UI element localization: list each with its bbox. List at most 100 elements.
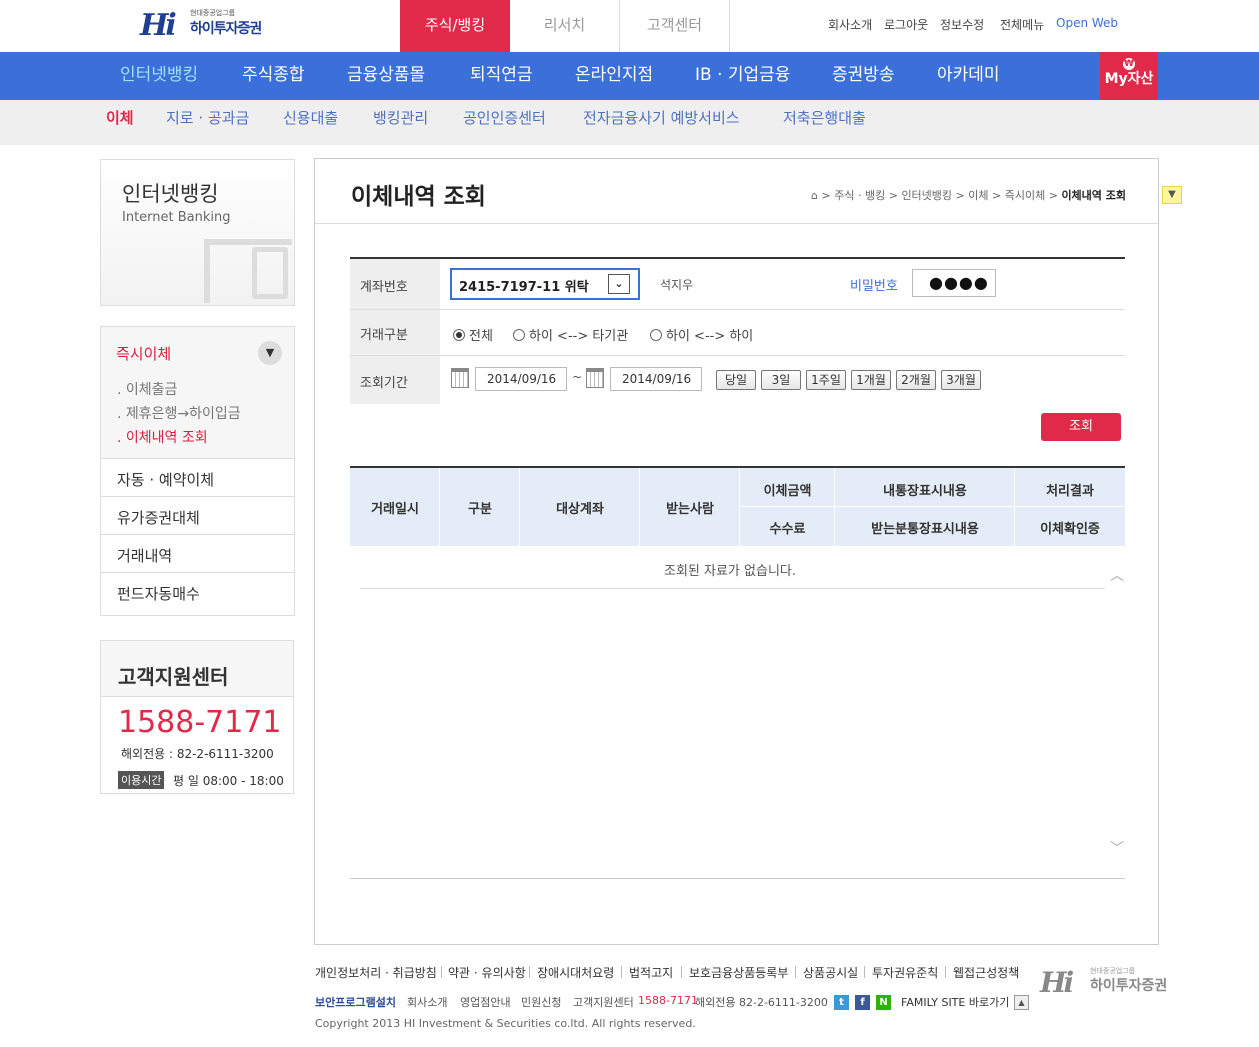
account-value: 2415-7197-11 위탁 <box>459 280 589 295</box>
footer-link-privacy[interactable]: 개인정보처리 · 취급방침 <box>315 964 437 981</box>
sidebar-subtitle: Internet Banking <box>122 210 231 225</box>
sidebar-item-label: 즉시이체 <box>116 345 172 363</box>
nav-broadcast[interactable]: 증권방송 <box>832 52 895 100</box>
family-site-label: FAMILY SITE 바로가기 <box>901 996 1010 1009</box>
period-1week-button[interactable]: 1주일 <box>806 370 846 390</box>
scroll-up-icon[interactable]: ︿ <box>1110 565 1124 585</box>
chevron-down-icon[interactable]: ▼ <box>258 341 282 365</box>
period-3month-button[interactable]: 3개월 <box>941 370 981 390</box>
divider <box>681 966 682 978</box>
nav-internet-banking[interactable]: 인터넷뱅킹 <box>120 52 198 100</box>
radio-icon[interactable] <box>513 329 525 341</box>
subnav-banking-mgmt[interactable]: 뱅킹관리 <box>373 100 428 145</box>
radio-checked-icon[interactable] <box>453 329 465 341</box>
footer-branches[interactable]: 영업점안내 <box>460 994 511 1010</box>
scroll-down-icon[interactable]: ﹀ <box>1110 838 1124 858</box>
footer-security-install[interactable]: 보안프로그램설치 <box>315 994 396 1010</box>
nav-stock[interactable]: 주식종합 <box>242 52 305 100</box>
breadcrumb-item[interactable]: 주식 · 뱅킹 <box>834 189 885 202</box>
sidebar-item-transactions[interactable]: 거래내역 <box>101 535 294 573</box>
footer-link-incident[interactable]: 장애시대처요령 <box>537 964 614 981</box>
subnav-fraud-prevention[interactable]: 전자금융사기 예방서비스 <box>583 100 740 145</box>
subnav-cert-center[interactable]: 공인인증센터 <box>463 100 546 145</box>
divider <box>315 223 1158 224</box>
date-to-input[interactable]: 2014/09/16 <box>610 367 702 391</box>
period-3day-button[interactable]: 3일 <box>761 370 801 390</box>
util-all-menu[interactable]: 전체메뉴 <box>1000 16 1044 33</box>
nav-pension[interactable]: 퇴직연금 <box>470 52 533 100</box>
tab-research[interactable]: 리서치 <box>510 0 620 52</box>
twitter-icon[interactable]: t <box>834 995 849 1010</box>
logo-company-name: 하이투자증권 <box>190 21 262 37</box>
chevron-down-icon[interactable]: ⌄ <box>608 274 630 294</box>
company-logo[interactable]: Hi 현대중공업그룹 하이투자증권 <box>140 8 280 48</box>
radio-all[interactable]: 전체 <box>453 325 493 344</box>
my-asset-label: My자산 <box>1104 71 1154 87</box>
breadcrumb-item[interactable]: 즉시이체 <box>1005 189 1045 202</box>
footer-link-accessibility[interactable]: 웹접근성정책 <box>953 964 1019 981</box>
search-form: 계좌번호 2415-7197-11 위탁 ⌄ 석지우 비밀번호 ●●●● 거래구… <box>350 257 1125 404</box>
calendar-icon[interactable] <box>451 368 469 388</box>
footer-link-protected-products[interactable]: 보호금융상품등록부 <box>689 964 788 981</box>
date-separator: ~ <box>572 370 583 384</box>
my-asset-button[interactable]: ₩ My자산 <box>1100 52 1158 100</box>
tab-customer-center[interactable]: 고객센터 <box>620 0 730 52</box>
period-today-button[interactable]: 당일 <box>716 370 756 390</box>
nav-ib-corporate[interactable]: IB · 기업금융 <box>695 52 790 100</box>
sidebar-sub-withdrawal[interactable]: . 이체출금 <box>117 379 177 399</box>
footer-link-legal[interactable]: 법적고지 <box>629 964 673 981</box>
period-row: 조회기간 2014/09/16 ~ 2014/09/16 당일 3일 1주일 1… <box>350 356 1125 404</box>
util-logout[interactable]: 로그아웃 <box>884 16 928 33</box>
period-2month-button[interactable]: 2개월 <box>896 370 936 390</box>
empty-message: 조회된 자료가 없습니다. <box>664 564 796 579</box>
account-select[interactable]: 2415-7197-11 위탁 ⌄ <box>450 268 640 300</box>
sidebar-sub-partner-deposit[interactable]: . 제휴은행→하이입금 <box>117 403 241 423</box>
calendar-icon[interactable] <box>586 368 604 388</box>
search-button[interactable]: 조회 <box>1041 413 1121 441</box>
subnav-giro[interactable]: 지로 · 공과금 <box>166 100 249 145</box>
logo-mark: Hi <box>140 8 177 43</box>
subnav-credit-loan[interactable]: 신용대출 <box>283 100 338 145</box>
home-icon[interactable]: ⌂ <box>811 189 818 202</box>
nav-academy[interactable]: 아카데미 <box>937 52 1000 100</box>
radio-hi-hi[interactable]: 하이 <--> 하이 <box>650 325 753 344</box>
family-site-toggle[interactable]: ▲ <box>1014 995 1029 1010</box>
sidebar-item-label: 유가증권대체 <box>117 509 200 527</box>
footer-link-solicitation[interactable]: 투자권유준칙 <box>872 964 938 981</box>
date-from-input[interactable]: 2014/09/16 <box>475 367 567 391</box>
util-edit-info[interactable]: 정보수정 <box>940 16 984 33</box>
sidebar-item-scheduled-transfer[interactable]: 자동 · 예약이체 <box>101 459 294 497</box>
period-1month-button[interactable]: 1개월 <box>851 370 891 390</box>
util-open-web[interactable]: Open Web <box>1056 16 1118 30</box>
sidebar-item-fund-auto-buy[interactable]: 펀드자동매수 <box>101 573 294 611</box>
facebook-icon[interactable]: f <box>855 995 870 1010</box>
customer-support-box: 고객지원센터 1588-7171 해외전용 : 82-2-6111-3200 이… <box>100 640 294 794</box>
sidebar-item-securities-transfer[interactable]: 유가증권대체 <box>101 497 294 535</box>
footer-overseas: 해외전용 82-2-6111-3200 <box>695 996 828 1009</box>
util-company-intro[interactable]: 회사소개 <box>828 16 872 33</box>
password-input[interactable]: ●●●● <box>912 269 996 297</box>
breadcrumb-item[interactable]: 인터넷뱅킹 <box>901 189 952 202</box>
divider <box>529 966 530 978</box>
subnav-transfer[interactable]: 이체 <box>106 100 134 145</box>
breadcrumb-item[interactable]: 이체 <box>968 189 988 202</box>
footer-link-terms[interactable]: 약관 · 유의사항 <box>448 964 526 981</box>
subnav-savings-loan[interactable]: 저축은행대출 <box>783 100 866 145</box>
footer-link-disclosure[interactable]: 상품공시실 <box>803 964 858 981</box>
nav-financial-products[interactable]: 금융상품몰 <box>347 52 425 100</box>
footer-company[interactable]: 회사소개 <box>407 994 447 1010</box>
divider <box>945 966 946 978</box>
footer-logo-name: 하이투자증권 <box>1090 978 1168 994</box>
chevron-down-icon[interactable]: ▼ <box>1162 186 1182 204</box>
radio-hi-other[interactable]: 하이 <--> 타기관 <box>513 325 628 344</box>
tab-stock-banking[interactable]: 주식/뱅킹 <box>400 0 510 52</box>
radio-icon[interactable] <box>650 329 662 341</box>
sidebar-item-instant-transfer[interactable]: 즉시이체 ▼ <box>101 327 294 373</box>
breadcrumb-sep: > <box>992 189 1002 202</box>
nav-online-branch[interactable]: 온라인지점 <box>575 52 653 100</box>
sidebar-item-label: 거래내역 <box>117 547 173 565</box>
footer-complaint[interactable]: 민원신청 <box>521 994 561 1010</box>
naver-icon[interactable]: N <box>876 995 891 1010</box>
results-table-header: 거래일시 구분 대상계좌 받는사람 이체금액 수수료 내통장표시내용 받는분통장… <box>350 466 1125 546</box>
sidebar-sub-transfer-history[interactable]: . 이체내역 조회 <box>117 427 208 447</box>
